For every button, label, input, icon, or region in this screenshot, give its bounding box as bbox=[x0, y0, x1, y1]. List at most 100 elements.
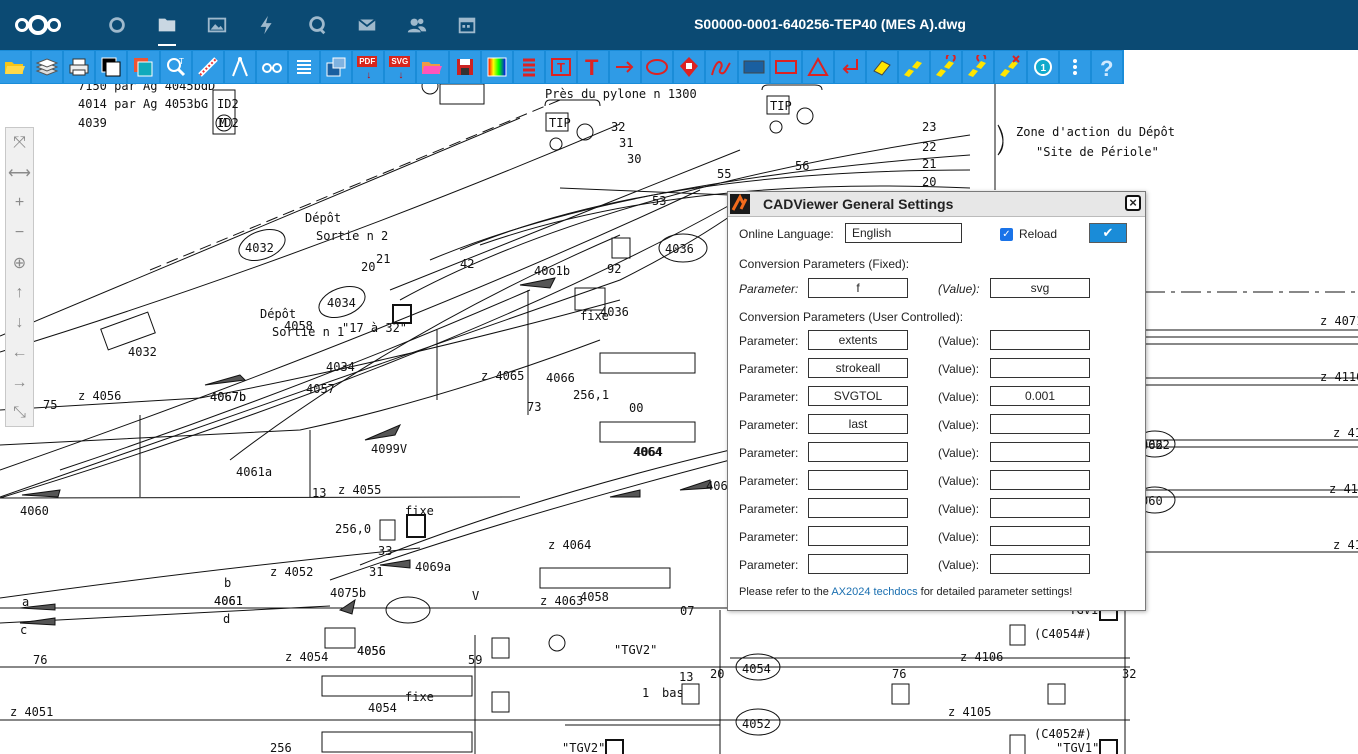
print-button[interactable] bbox=[64, 51, 95, 83]
export-pdf-button[interactable]: PDF ↓ bbox=[353, 51, 384, 83]
param-label: Parameter: bbox=[739, 362, 799, 376]
pan-left-icon[interactable]: ← bbox=[6, 338, 33, 368]
stack-redline-button[interactable] bbox=[513, 51, 544, 83]
search-text-button[interactable]: T bbox=[160, 51, 191, 83]
calendar-icon[interactable] bbox=[454, 12, 480, 38]
value-input[interactable] bbox=[990, 442, 1090, 462]
param-input[interactable] bbox=[808, 498, 908, 518]
undo-redline-button[interactable] bbox=[931, 51, 962, 83]
contacts-icon[interactable] bbox=[404, 12, 430, 38]
language-input[interactable]: English bbox=[845, 223, 962, 243]
talk-icon[interactable] bbox=[304, 12, 330, 38]
drawing-label: 4067b bbox=[210, 390, 246, 404]
value-label: (Value): bbox=[938, 502, 980, 516]
eraser-button[interactable] bbox=[866, 51, 898, 83]
drawing-label: bas bbox=[662, 686, 684, 700]
export-svg-button[interactable]: SVG ↓ bbox=[385, 51, 416, 83]
more-options-icon[interactable] bbox=[1059, 51, 1090, 83]
text-button[interactable]: T bbox=[577, 51, 609, 83]
list-button[interactable] bbox=[288, 51, 320, 83]
multi-window-button[interactable] bbox=[321, 51, 352, 83]
fixed-param-input[interactable]: f bbox=[808, 278, 908, 298]
text-box-button[interactable]: T bbox=[545, 51, 576, 83]
zoom-window-icon[interactable]: ⊕ bbox=[6, 248, 33, 278]
drawing-label: z 4056 bbox=[78, 389, 121, 403]
apply-button[interactable]: ✔ bbox=[1089, 223, 1127, 243]
files-icon[interactable] bbox=[154, 12, 180, 38]
binoculars-button[interactable] bbox=[256, 51, 287, 83]
drawing-label: V bbox=[472, 589, 479, 603]
mail-icon[interactable] bbox=[354, 12, 380, 38]
layers-button[interactable] bbox=[32, 51, 63, 83]
save-redline-button[interactable] bbox=[449, 51, 480, 83]
value-input[interactable] bbox=[990, 554, 1090, 574]
rectangle-button[interactable] bbox=[770, 51, 801, 83]
drawing-label: z 4106 bbox=[960, 650, 1003, 664]
freehand-button[interactable] bbox=[706, 51, 737, 83]
param-input[interactable] bbox=[808, 470, 908, 490]
drawing-label: 4036 bbox=[665, 242, 694, 256]
photos-icon[interactable] bbox=[204, 12, 230, 38]
pan-right-icon[interactable]: → bbox=[6, 368, 33, 398]
open-file-button[interactable] bbox=[0, 51, 31, 83]
layer-color-button[interactable] bbox=[128, 51, 159, 83]
value-input[interactable]: 0.001 bbox=[990, 386, 1090, 406]
drawing-label: 4052 bbox=[742, 717, 771, 731]
zoom-in-icon[interactable]: + bbox=[6, 188, 33, 218]
svg-label: SVG bbox=[389, 56, 411, 67]
dashboard-icon[interactable] bbox=[104, 12, 130, 38]
reload-checkbox[interactable]: ✓ bbox=[1000, 228, 1013, 241]
param-input[interactable]: strokeall bbox=[808, 358, 908, 378]
zoom-width-icon[interactable]: ⟷ bbox=[6, 158, 33, 188]
clear-redline-button[interactable] bbox=[995, 51, 1026, 83]
color-spectrum-button[interactable] bbox=[481, 51, 512, 83]
fixed-value-input[interactable]: svg bbox=[990, 278, 1090, 298]
param-input[interactable] bbox=[808, 554, 908, 574]
pan-up-icon[interactable]: ↑ bbox=[6, 278, 33, 308]
zoom-extents-icon[interactable]: ⤧ bbox=[6, 128, 33, 158]
drawing-label: 21 bbox=[922, 157, 936, 171]
measure-button[interactable] bbox=[192, 51, 223, 83]
activity-icon[interactable] bbox=[254, 12, 280, 38]
nextcloud-logo-icon[interactable] bbox=[14, 12, 62, 38]
polygon-fill-button[interactable] bbox=[674, 51, 705, 83]
drawing-label: 4032 bbox=[245, 241, 274, 255]
zoom-out-icon[interactable]: − bbox=[6, 218, 33, 248]
shrink-icon[interactable]: ⤡ bbox=[6, 398, 33, 428]
svg-text:1: 1 bbox=[1040, 63, 1046, 74]
fixed-section-label: Conversion Parameters (Fixed): bbox=[739, 257, 910, 271]
close-button[interactable]: × bbox=[1125, 195, 1141, 211]
value-input[interactable] bbox=[990, 414, 1090, 434]
param-input[interactable]: SVGTOL bbox=[808, 386, 908, 406]
value-input[interactable] bbox=[990, 358, 1090, 378]
compass-button[interactable] bbox=[224, 51, 255, 83]
param-input[interactable] bbox=[808, 526, 908, 546]
info-button[interactable]: 1 bbox=[1027, 51, 1058, 83]
redo-redline-button[interactable] bbox=[963, 51, 994, 83]
filled-rectangle-button[interactable] bbox=[738, 51, 769, 83]
ellipse-button[interactable] bbox=[642, 51, 673, 83]
background-color-button[interactable] bbox=[96, 51, 127, 83]
value-input[interactable] bbox=[990, 498, 1090, 518]
document-title: S00000-0001-640256-TEP40 (MES A).dwg bbox=[694, 16, 966, 32]
dialog-header[interactable]: CADViewer General Settings × bbox=[728, 192, 1145, 217]
eraser-multi-button[interactable] bbox=[899, 51, 930, 83]
pan-down-icon[interactable]: ↓ bbox=[6, 308, 33, 338]
drawing-label: 59 bbox=[468, 653, 482, 667]
value-input[interactable] bbox=[990, 526, 1090, 546]
drawing-label: fixe bbox=[405, 504, 434, 518]
leader-arrow-button[interactable] bbox=[834, 51, 865, 83]
value-input[interactable] bbox=[990, 470, 1090, 490]
cad-drawing-canvas[interactable]: 7150 par Ag 4045bdD 4014 par Ag 4053bG 403… bbox=[0, 84, 1358, 754]
arrow-redline-button[interactable] bbox=[610, 51, 641, 83]
open-redline-button[interactable] bbox=[417, 51, 448, 83]
param-input[interactable] bbox=[808, 442, 908, 462]
drawing-label: M bbox=[219, 116, 226, 130]
param-input[interactable]: last bbox=[808, 414, 908, 434]
help-icon[interactable]: ? bbox=[1091, 51, 1122, 83]
techdocs-link[interactable]: AX2024 techdocs bbox=[831, 586, 917, 598]
param-input[interactable]: extents bbox=[808, 330, 908, 350]
drawing-label: 4032 bbox=[128, 345, 157, 359]
triangle-button[interactable] bbox=[802, 51, 833, 83]
value-input[interactable] bbox=[990, 330, 1090, 350]
